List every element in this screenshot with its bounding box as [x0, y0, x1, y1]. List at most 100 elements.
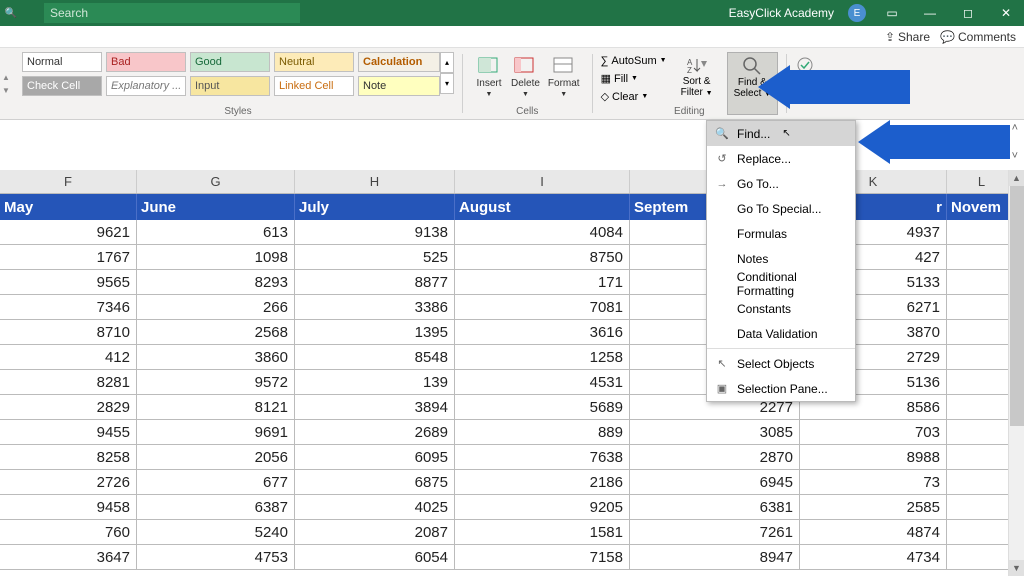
insert-button[interactable]: Insert▼ — [475, 52, 503, 98]
data-cell[interactable]: 525 — [295, 245, 455, 270]
data-cell[interactable]: 3894 — [295, 395, 455, 420]
data-cell[interactable]: 73 — [800, 470, 947, 495]
menu-selection-pane[interactable]: ▣Selection Pane... — [707, 376, 855, 401]
data-cell[interactable]: 2568 — [137, 320, 295, 345]
data-cell[interactable]: 3616 — [455, 320, 630, 345]
data-cell[interactable]: 4084 — [455, 220, 630, 245]
data-cell[interactable] — [947, 395, 1017, 420]
data-cell[interactable]: 613 — [137, 220, 295, 245]
scroll-thumb[interactable] — [1010, 186, 1024, 426]
data-cell[interactable]: 9455 — [0, 420, 137, 445]
data-cell[interactable]: 266 — [137, 295, 295, 320]
month-cell[interactable]: July — [295, 194, 455, 220]
data-cell[interactable]: 2726 — [0, 470, 137, 495]
data-cell[interactable]: 6381 — [630, 495, 800, 520]
data-cell[interactable]: 2689 — [295, 420, 455, 445]
worksheet[interactable]: F G H I J K L May June July August Septe… — [0, 170, 1024, 576]
scroll-down-icon[interactable]: ▼ — [1009, 560, 1024, 576]
style-note[interactable]: Note — [358, 76, 440, 96]
styles-more-icon[interactable]: ▾ — [440, 73, 454, 94]
styles-scroll-up-icon[interactable]: ▲ — [2, 73, 14, 82]
data-cell[interactable]: 6945 — [630, 470, 800, 495]
data-cell[interactable]: 1395 — [295, 320, 455, 345]
clear-button[interactable]: ◇Clear ▼ — [601, 88, 667, 105]
style-linked-cell[interactable]: Linked Cell — [274, 76, 354, 96]
style-good[interactable]: Good — [190, 52, 270, 72]
col-header[interactable]: I — [455, 170, 630, 193]
data-cell[interactable]: 2829 — [0, 395, 137, 420]
data-cell[interactable]: 7081 — [455, 295, 630, 320]
style-check-cell[interactable]: Check Cell — [22, 76, 102, 96]
data-cell[interactable]: 9205 — [455, 495, 630, 520]
data-cell[interactable]: 9621 — [0, 220, 137, 245]
data-cell[interactable]: 4531 — [455, 370, 630, 395]
style-calculation[interactable]: Calculation — [358, 52, 440, 72]
fill-button[interactable]: ▦Fill ▼ — [601, 70, 667, 87]
data-cell[interactable]: 8947 — [630, 545, 800, 570]
data-cell[interactable]: 3860 — [137, 345, 295, 370]
data-cell[interactable]: 1767 — [0, 245, 137, 270]
data-cell[interactable] — [947, 445, 1017, 470]
data-cell[interactable]: 5689 — [455, 395, 630, 420]
data-cell[interactable] — [947, 245, 1017, 270]
col-header[interactable]: G — [137, 170, 295, 193]
data-cell[interactable]: 8548 — [295, 345, 455, 370]
data-cell[interactable]: 3386 — [295, 295, 455, 320]
data-cell[interactable]: 7158 — [455, 545, 630, 570]
month-cell[interactable]: Novem — [947, 194, 1017, 220]
col-header[interactable]: L — [947, 170, 1017, 193]
menu-replace[interactable]: ↺Replace... — [707, 146, 855, 171]
data-cell[interactable]: 3085 — [630, 420, 800, 445]
style-neutral[interactable]: Neutral — [274, 52, 354, 72]
styles-up-icon[interactable]: ▴ — [440, 52, 454, 73]
data-cell[interactable]: 6054 — [295, 545, 455, 570]
collapse-ribbon-icon[interactable]: ˄ — [1012, 122, 1018, 134]
data-cell[interactable] — [947, 520, 1017, 545]
data-cell[interactable]: 2585 — [800, 495, 947, 520]
data-cell[interactable]: 6095 — [295, 445, 455, 470]
col-header[interactable]: H — [295, 170, 455, 193]
data-cell[interactable]: 3647 — [0, 545, 137, 570]
menu-formulas[interactable]: Formulas — [707, 221, 855, 246]
menu-constants[interactable]: Constants — [707, 296, 855, 321]
expand-formula-icon[interactable]: ˅ — [1012, 150, 1018, 162]
menu-goto[interactable]: →Go To... — [707, 171, 855, 196]
data-cell[interactable]: 8281 — [0, 370, 137, 395]
scroll-up-icon[interactable]: ▲ — [1009, 170, 1024, 186]
data-cell[interactable]: 2087 — [295, 520, 455, 545]
style-normal[interactable]: Normal — [22, 52, 102, 72]
data-cell[interactable]: 4025 — [295, 495, 455, 520]
data-cell[interactable]: 4874 — [800, 520, 947, 545]
data-cell[interactable]: 703 — [800, 420, 947, 445]
maximize-icon[interactable]: ◻ — [956, 1, 980, 25]
data-cell[interactable]: 677 — [137, 470, 295, 495]
data-cell[interactable]: 1581 — [455, 520, 630, 545]
data-cell[interactable]: 8258 — [0, 445, 137, 470]
data-cell[interactable] — [947, 470, 1017, 495]
data-cell[interactable]: 6875 — [295, 470, 455, 495]
style-explanatory[interactable]: Explanatory ... — [106, 76, 186, 96]
data-cell[interactable] — [947, 370, 1017, 395]
data-cell[interactable]: 9572 — [137, 370, 295, 395]
data-cell[interactable]: 760 — [0, 520, 137, 545]
data-cell[interactable]: 8121 — [137, 395, 295, 420]
account-name[interactable]: EasyClick Academy — [729, 6, 834, 20]
col-header[interactable]: F — [0, 170, 137, 193]
autosum-button[interactable]: ∑AutoSum ▼ — [601, 52, 667, 69]
close-icon[interactable]: ✕ — [994, 1, 1018, 25]
comments-button[interactable]: 💬Comments — [940, 30, 1016, 44]
data-cell[interactable] — [947, 270, 1017, 295]
data-cell[interactable]: 139 — [295, 370, 455, 395]
month-cell[interactable]: June — [137, 194, 295, 220]
data-cell[interactable]: 8877 — [295, 270, 455, 295]
data-cell[interactable]: 9458 — [0, 495, 137, 520]
data-cell[interactable]: 6387 — [137, 495, 295, 520]
style-input[interactable]: Input — [190, 76, 270, 96]
data-cell[interactable]: 5240 — [137, 520, 295, 545]
format-button[interactable]: Format▼ — [548, 52, 580, 98]
data-cell[interactable]: 9565 — [0, 270, 137, 295]
data-cell[interactable] — [947, 420, 1017, 445]
data-cell[interactable] — [947, 545, 1017, 570]
data-cell[interactable]: 171 — [455, 270, 630, 295]
menu-conditional-formatting[interactable]: Conditional Formatting — [707, 271, 855, 296]
